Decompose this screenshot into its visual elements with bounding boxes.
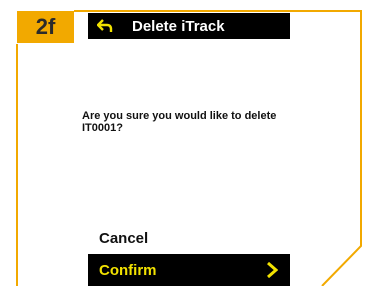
chevron-right-icon bbox=[267, 262, 278, 278]
screen-header: Delete iTrack bbox=[88, 13, 290, 39]
back-arrow-icon[interactable] bbox=[92, 13, 118, 39]
confirm-label: Confirm bbox=[99, 261, 157, 279]
confirmation-message: Are you sure you would like to delete IT… bbox=[82, 110, 277, 134]
step-badge: 2f bbox=[17, 11, 74, 43]
confirm-button[interactable]: Confirm bbox=[88, 254, 290, 286]
header-title: Delete iTrack bbox=[132, 17, 225, 35]
cancel-label: Cancel bbox=[99, 229, 149, 247]
cancel-button[interactable]: Cancel bbox=[88, 226, 290, 250]
